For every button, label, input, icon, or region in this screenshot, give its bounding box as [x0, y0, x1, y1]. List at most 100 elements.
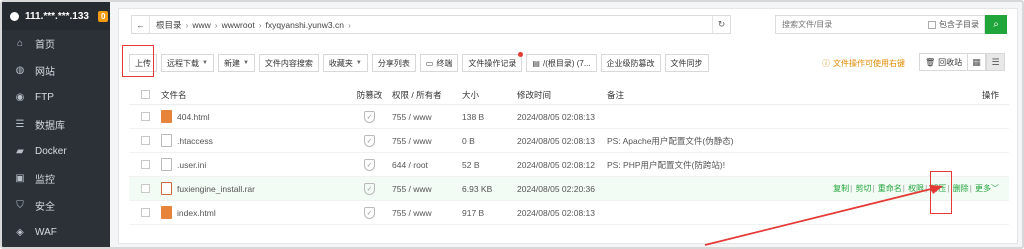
file-name-cell[interactable]: index.html: [161, 206, 347, 219]
shield-icon: ⛉: [16, 200, 24, 211]
row-checkbox[interactable]: [140, 136, 150, 145]
enterprise-tamper-button[interactable]: 企业级防篡改: [600, 54, 661, 72]
file-log-label: 文件操作记录: [468, 58, 517, 68]
size-cell: 138 B: [462, 111, 485, 122]
sidebar-item-waf[interactable]: ◈ WAF: [2, 219, 110, 246]
notification-badge[interactable]: 0: [97, 10, 109, 22]
permission-cell[interactable]: 755 / www: [392, 112, 462, 122]
table-row[interactable]: .htaccess ✓ 755 / www 0 B 2024/08/05 02:…: [129, 129, 1009, 153]
file-sync-button[interactable]: 文件同步: [664, 54, 709, 72]
table-row[interactable]: .user.ini ✓ 644 / root 52 B 2024/08/05 0…: [129, 153, 1009, 177]
header-modified[interactable]: 修改时间: [517, 89, 607, 101]
table-header: 文件名 防篡改 权限 / 所有者 大小 修改时间 备注 操作: [129, 85, 1009, 105]
sidebar-item-ftp[interactable]: ◉ FTP: [2, 84, 110, 111]
sidebar-item-security[interactable]: ⛉ 安全: [2, 192, 110, 219]
shield-icon[interactable]: ✓: [364, 206, 375, 219]
home-icon: ⌂: [16, 38, 24, 49]
include-subdir-checkbox[interactable]: [928, 20, 936, 29]
shield-icon[interactable]: ✓: [364, 182, 375, 195]
file-name: fuxiengine_install.rar: [177, 183, 255, 194]
grid-view-button[interactable]: ▦: [967, 53, 986, 71]
row-checkbox-cell: [129, 160, 161, 169]
content-search-button[interactable]: 文件内容搜索: [258, 54, 319, 72]
share-list-label: 分享列表: [377, 58, 410, 68]
include-subdir-label: 包含子目录: [939, 20, 979, 29]
html-file-icon: [161, 206, 172, 219]
permission-cell[interactable]: 644 / root: [392, 160, 462, 170]
anti-tamper-cell: ✓: [347, 134, 392, 147]
row-checkbox[interactable]: [140, 112, 150, 121]
refresh-button[interactable]: ↻: [712, 16, 730, 33]
html-file-icon: [161, 110, 172, 123]
search-input[interactable]: [776, 20, 896, 29]
header-name[interactable]: 文件名: [161, 89, 347, 101]
select-all-checkbox[interactable]: [140, 90, 150, 99]
server-host[interactable]: 111.***.***.133 0: [2, 2, 110, 30]
permission-cell[interactable]: 755 / www: [392, 208, 462, 218]
chevron-right-icon: ›: [258, 19, 262, 30]
chevron-right-icon: ›: [347, 19, 351, 30]
back-button[interactable]: ←: [132, 16, 150, 33]
root-dir-button[interactable]: ▤/(根目录) (7...: [526, 54, 597, 72]
note-cell[interactable]: PS: Apache用户配置文件(伪静态): [607, 135, 829, 147]
row-checkbox[interactable]: [140, 184, 150, 193]
database-icon: ☰: [15, 119, 25, 130]
permission-cell[interactable]: 755 / www: [392, 184, 462, 194]
new-button[interactable]: 新建 ▼: [217, 54, 255, 72]
sidebar-item-home[interactable]: ⌂ 首页: [2, 30, 110, 57]
sidebar-item-website[interactable]: ◍ 网站: [2, 57, 110, 84]
file-name-cell[interactable]: .user.ini: [161, 158, 347, 171]
permission-cell[interactable]: 755 / www: [392, 136, 462, 146]
more-link[interactable]: 更多: [975, 184, 991, 193]
config-file-icon: [161, 134, 172, 147]
header-permission[interactable]: 权限 / 所有者: [392, 89, 462, 101]
anti-tamper-cell: ✓: [347, 182, 392, 195]
status-dot-icon: [10, 11, 19, 21]
remote-download-button[interactable]: 远程下载 ▼: [161, 54, 214, 72]
info-icon: ⓘ: [822, 59, 830, 68]
file-name-cell[interactable]: 404.html: [161, 110, 347, 123]
app-window: 111.***.***.133 0 ⌂ 首页 ◍ 网站 ◉ FTP ☰ 数据库 …: [0, 0, 1024, 249]
grid-icon: ▦: [972, 56, 981, 67]
file-name: index.html: [177, 207, 216, 218]
shield-icon[interactable]: ✓: [364, 158, 375, 171]
search-button[interactable]: ⌕: [985, 15, 1007, 34]
include-subdir-toggle[interactable]: 包含子目录: [928, 19, 979, 30]
crumb-wwwroot[interactable]: wwwroot: [222, 20, 255, 30]
search-icon: ⌕: [993, 19, 999, 30]
note-cell[interactable]: PS: PHP用户配置文件(防跨站)!: [607, 159, 829, 171]
file-name-cell[interactable]: fuxiengine_install.rar: [161, 182, 347, 195]
table-row[interactable]: 404.html ✓ 755 / www 138 B 2024/08/05 02…: [129, 105, 1009, 129]
chevron-right-icon: ›: [185, 19, 189, 30]
crumb-root[interactable]: 根目录: [156, 19, 182, 31]
hint-text: 文件操作可使用右键: [833, 59, 905, 68]
header-size[interactable]: 大小: [462, 89, 517, 101]
shield-icon[interactable]: ✓: [364, 134, 375, 147]
anti-tamper-cell: ✓: [347, 110, 392, 123]
crumb-site[interactable]: fxyqyanshi.yunw3.cn: [266, 20, 344, 30]
delete-link[interactable]: 删除: [953, 184, 969, 193]
anti-tamper-cell: ✓: [347, 158, 392, 171]
arrow-head: [929, 185, 943, 194]
recycle-label: 回收站: [938, 57, 963, 67]
recycle-bin-button[interactable]: 🗑 回收站: [919, 53, 969, 71]
crumb-www[interactable]: www: [192, 20, 210, 30]
right-click-hint: ⓘ 文件操作可使用右键: [822, 58, 905, 69]
sidebar-item-monitor[interactable]: ▣ 监控: [2, 165, 110, 192]
terminal-button[interactable]: ▭ 终端: [419, 54, 459, 72]
list-view-button[interactable]: ☰: [986, 53, 1005, 71]
file-log-button[interactable]: 文件操作记录: [462, 52, 524, 72]
file-name-cell[interactable]: .htaccess: [161, 134, 347, 147]
row-checkbox[interactable]: [140, 160, 150, 169]
remote-download-label: 远程下载: [167, 58, 199, 68]
file-name: 404.html: [177, 111, 210, 122]
file-name: .user.ini: [177, 159, 207, 170]
sidebar-item-label: 首页: [35, 40, 55, 51]
trash-icon: 🗑: [925, 57, 936, 67]
sidebar-item-database[interactable]: ☰ 数据库: [2, 111, 110, 138]
share-list-button[interactable]: 分享列表: [371, 54, 416, 72]
sidebar-item-docker[interactable]: ▰ Docker: [2, 138, 110, 165]
shield-icon[interactable]: ✓: [364, 110, 375, 123]
favorites-button[interactable]: 收藏夹 ▼: [322, 54, 368, 72]
row-checkbox[interactable]: [140, 208, 150, 217]
